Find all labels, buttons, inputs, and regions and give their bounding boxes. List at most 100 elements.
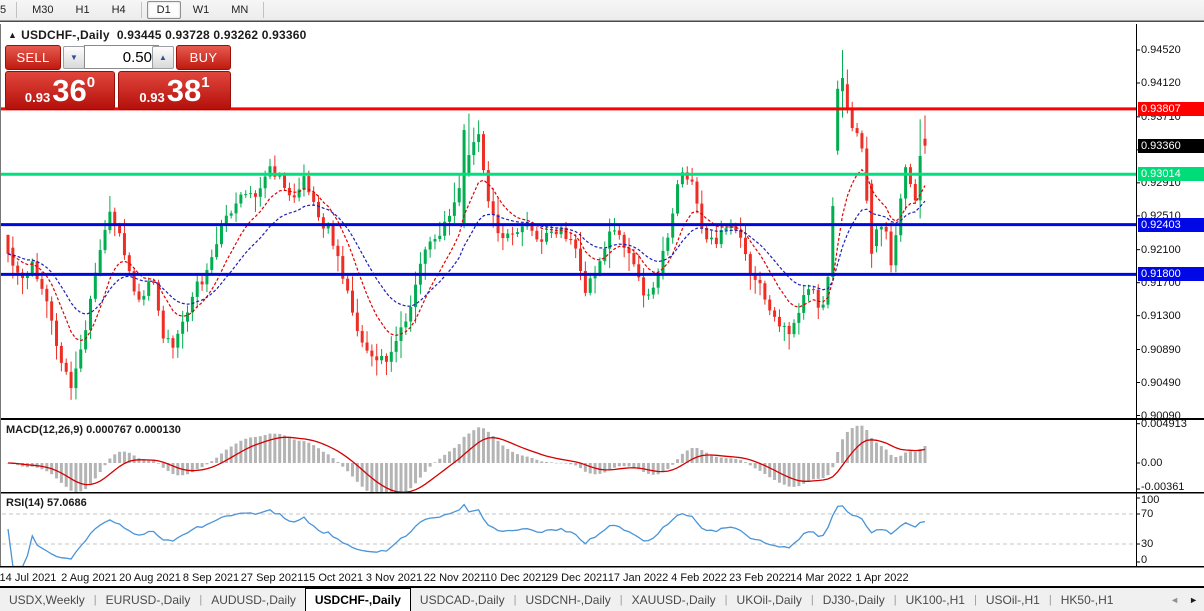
macd-histogram-bar	[176, 463, 180, 476]
candle-body	[588, 278, 592, 293]
buy-button[interactable]: BUY	[176, 45, 231, 70]
timeframe-button-h4[interactable]: H4	[102, 1, 136, 19]
macd-histogram-bar	[923, 446, 927, 463]
chart-tab-audusd-daily[interactable]: AUDUSD-,Daily	[202, 588, 305, 611]
support-green-tag: 0.93014	[1138, 167, 1204, 182]
macd-histogram-bar	[268, 433, 272, 463]
candle-body	[797, 312, 801, 323]
timeframe-button-5[interactable]: 5	[0, 1, 11, 19]
current-price-tag: 0.93360	[1138, 138, 1204, 153]
sell-price-button[interactable]: 0.93 36 0	[5, 71, 115, 110]
timeframe-button-m30[interactable]: M30	[22, 1, 63, 19]
candle-body	[423, 249, 427, 264]
tab-scroll-controls: ◄ ►	[1170, 588, 1204, 611]
candle-body	[370, 350, 374, 357]
macd-histogram-bar	[506, 448, 510, 463]
chart-tab-dj30-daily[interactable]: DJ30-,Daily	[814, 588, 894, 611]
macd-histogram-bar	[302, 441, 306, 463]
chart-tab-usdcad-daily[interactable]: USDCAD-,Daily	[411, 588, 514, 611]
chart-tab-usdchf-daily[interactable]: USDCHF-,Daily	[304, 588, 411, 611]
date-label: 1 Apr 2022	[855, 572, 909, 584]
macd-histogram-bar	[234, 443, 238, 463]
sell-button[interactable]: SELL	[5, 45, 61, 70]
macd-histogram-bar	[152, 461, 156, 463]
candle-body	[719, 230, 723, 245]
price-tick-label: 0.94520	[1141, 44, 1181, 56]
candle-body	[79, 349, 83, 369]
macd-tick-label: 0.004913	[1141, 417, 1187, 430]
rsi-tick-label: 0	[1141, 554, 1148, 566]
candle-body	[409, 306, 413, 322]
macd-histogram-bar	[753, 463, 757, 469]
candle-body	[355, 312, 359, 332]
macd-histogram-bar	[79, 463, 83, 492]
chart-tab-uk100-h1[interactable]: UK100-,H1	[897, 588, 974, 611]
macd-histogram-bar	[258, 436, 262, 463]
collapse-panel-icon[interactable]: ▲	[8, 30, 17, 40]
candle-body	[773, 310, 777, 317]
candle-body	[50, 301, 54, 321]
candle-body	[103, 229, 107, 251]
candle-body	[598, 261, 602, 274]
macd-histogram-bar	[360, 463, 364, 487]
candle-body	[229, 213, 233, 216]
candle-body	[836, 88, 840, 151]
candle-body	[695, 181, 699, 204]
candle-body	[511, 233, 515, 235]
macd-histogram-bar	[841, 439, 845, 463]
toolbar-separator	[16, 2, 18, 18]
macd-histogram-bar	[331, 458, 335, 463]
candle-body	[108, 211, 112, 230]
chart-tab-usoil-h1[interactable]: USOil-,H1	[977, 588, 1049, 611]
timeframe-button-d1[interactable]: D1	[146, 1, 181, 19]
volume-increase-button[interactable]: ▲	[152, 46, 174, 69]
candle-body	[622, 234, 626, 248]
candle-body	[501, 233, 505, 239]
chart-tab-usdx-weekly[interactable]: USDX,Weekly	[0, 588, 94, 611]
candle-body	[452, 202, 456, 216]
candle-body	[831, 206, 835, 278]
volume-input[interactable]	[84, 45, 159, 69]
macd-histogram-bar	[714, 456, 718, 463]
candle-body	[923, 138, 927, 146]
chart-tab-hk50-h1[interactable]: HK50-,H1	[1052, 588, 1123, 611]
candle-body	[821, 304, 825, 308]
candle-body	[200, 281, 204, 285]
tab-scroll-left-icon[interactable]: ◄	[1170, 595, 1179, 605]
macd-histogram-bar	[588, 463, 592, 474]
candle-body	[748, 254, 752, 275]
macd-histogram-bar	[739, 459, 743, 463]
timeframe-button-h1[interactable]: H1	[66, 1, 100, 19]
chart-title: ▲ USDCHF-,Daily 0.93445 0.93728 0.93262 0…	[8, 28, 307, 42]
candle-body	[904, 167, 908, 199]
macd-histogram-bar	[511, 451, 515, 463]
chart-tab-usdcnh-daily[interactable]: USDCNH-,Daily	[516, 588, 619, 611]
macd-histogram-bar	[918, 448, 922, 463]
macd-histogram-bar	[821, 463, 825, 479]
chart-tab-eurusd-daily[interactable]: EURUSD-,Daily	[97, 588, 200, 611]
chart-tab-ukoil-daily[interactable]: UKOil-,Daily	[728, 588, 811, 611]
tab-scroll-right-icon[interactable]: ►	[1189, 595, 1198, 605]
candle-body	[491, 201, 495, 215]
timeframe-button-w1[interactable]: W1	[183, 1, 220, 19]
candle-body	[448, 215, 452, 222]
macd-histogram-bar	[350, 463, 354, 477]
candle-body	[433, 239, 437, 242]
macd-histogram-bar	[438, 458, 442, 463]
macd-histogram-bar	[724, 458, 728, 463]
chart-tab-xauusd-daily[interactable]: XAUUSD-,Daily	[623, 588, 725, 611]
candle-body	[118, 225, 122, 234]
support-blue2-tag: 0.91800	[1138, 267, 1204, 282]
candle-body	[98, 250, 102, 273]
macd-histogram-bar	[729, 458, 733, 463]
macd-histogram-bar	[481, 428, 485, 463]
buy-price-point: 1	[201, 74, 210, 91]
buy-price-button[interactable]: 0.93 38 1	[118, 71, 231, 110]
candle-body	[481, 134, 485, 171]
candle-body	[850, 108, 854, 129]
timeframe-button-mn[interactable]: MN	[221, 1, 258, 19]
candle-body	[656, 274, 660, 288]
volume-decrease-button[interactable]: ▼	[63, 46, 85, 69]
candle-body	[186, 312, 190, 322]
candle-body	[782, 325, 786, 327]
